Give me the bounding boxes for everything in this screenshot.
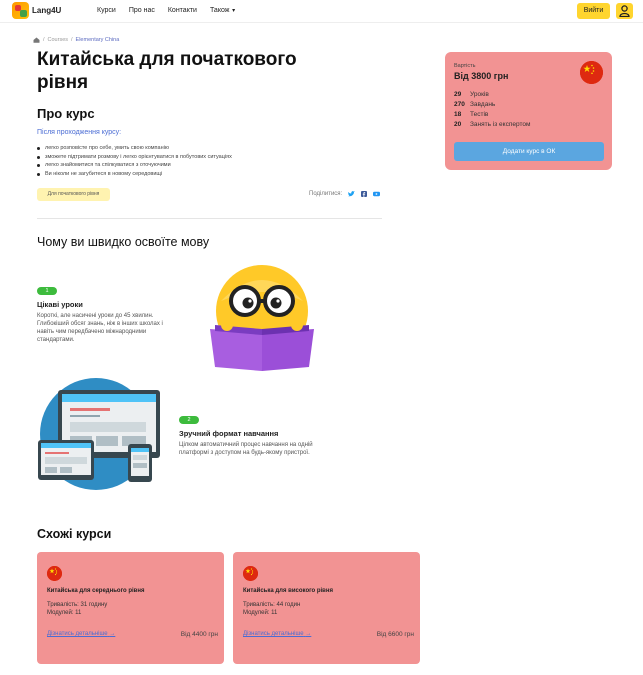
course-title: Китайська для середнього рівня: [47, 588, 145, 594]
feature-convenient-format: 2 Зручний формат навчання Цілком автомат…: [179, 416, 324, 457]
feature-interesting-lessons: 1 Цікаві уроки Короткі, але насичені уро…: [37, 287, 177, 344]
course-meta: Тривалість: 44 годин Модулей: 11: [243, 602, 300, 617]
logo[interactable]: Lang4U: [12, 2, 61, 19]
share-bar: Поділитися:: [309, 191, 381, 197]
similar-course-card[interactable]: Китайська для високого рівня Тривалість:…: [233, 552, 420, 664]
course-price: Від 4400 грн: [180, 631, 218, 638]
nav-also-label: Також: [209, 7, 230, 14]
nav-about[interactable]: Про нас: [129, 7, 155, 14]
course-modules: Модулей: 11: [243, 609, 278, 616]
china-flag-icon: [580, 61, 603, 84]
add-course-button[interactable]: Додати курс в ОК: [454, 142, 604, 161]
feature-title: Цікаві уроки: [37, 300, 83, 309]
china-flag-icon: [243, 566, 258, 581]
reading-emoji-illustration: [210, 265, 314, 371]
breadcrumb-current: Elementary China: [75, 37, 120, 43]
benefit-item: зможете підтримати розмову і легко орієн…: [37, 153, 232, 162]
china-flag-icon: [47, 566, 62, 581]
breadcrumb-courses[interactable]: Courses: [48, 37, 68, 43]
benefit-item: легко знайомитися та спілкуватися з оточ…: [37, 161, 232, 170]
price-label: Вартість: [454, 63, 476, 69]
facebook-icon[interactable]: [361, 191, 368, 197]
stat-lessons: 29 Уроків: [454, 91, 489, 98]
feature-title: Зручний формат навчання: [179, 429, 279, 438]
breadcrumb: / Courses / Elementary China: [33, 37, 119, 43]
user-profile-button[interactable]: [616, 3, 633, 19]
benefit-item: легко розповісте про себе, умить свою ко…: [37, 144, 232, 153]
after-course-label: Після проходження курсу:: [37, 129, 122, 136]
logout-button[interactable]: Вийти: [577, 3, 610, 19]
feature-description: Короткі, але насичені уроки до 45 хвилин…: [37, 313, 163, 343]
course-duration: Тривалість: 44 годин: [243, 602, 301, 608]
stat-expert-sessions: 20 Занять із експертом: [454, 121, 531, 128]
logo-text: Lang4U: [32, 6, 62, 15]
benefit-item: Ви ніколи не загубитеся в новому середов…: [37, 170, 232, 179]
learn-more-link[interactable]: Дізнатись детальніше →: [243, 631, 311, 637]
price-value: Від 3800 грн: [454, 71, 509, 81]
page-title: Китайська для початкового рівня: [37, 49, 297, 93]
about-course-heading: Про курс: [37, 106, 95, 121]
arrow-right-icon: →: [305, 631, 312, 637]
price-card: Вартість Від 3800 грн 29 Уроків 270 Завдан…: [445, 52, 612, 170]
course-stats: 29 Уроків 270 Завдань 18 Тестів 20 Занять із…: [454, 90, 530, 130]
main-nav: Курси Про нас Контакти Також ▾: [97, 7, 235, 14]
nav-courses[interactable]: Курси: [97, 7, 116, 14]
feature-number-badge: 1: [37, 287, 57, 295]
top-navbar: Lang4U Курси Про нас Контакти Також ▾ Ви…: [0, 0, 643, 23]
course-price: Від 6600 грн: [376, 631, 414, 638]
user-icon: [619, 5, 630, 17]
arrow-right-icon: →: [109, 631, 116, 637]
course-meta: Тривалість: 31 годину Модулей: 11: [47, 602, 107, 617]
nav-contacts[interactable]: Контакти: [168, 7, 197, 14]
course-title: Китайська для високого рівня: [243, 588, 333, 594]
similar-course-card[interactable]: Китайська для середнього рівня Триваліст…: [37, 552, 224, 664]
share-label: Поділитися:: [309, 191, 343, 197]
benefits-list: легко розповісте про себе, умить свою ко…: [37, 144, 232, 178]
stat-tasks: 270 Завдань: [454, 101, 496, 108]
feature-number-badge: 2: [179, 416, 199, 424]
why-heading: Чому ви швидко освоїте мову: [37, 235, 210, 249]
twitter-icon[interactable]: [348, 191, 356, 197]
course-duration: Тривалість: 31 годину: [47, 602, 108, 608]
learn-more-link[interactable]: Дізнатись детальніше →: [47, 631, 115, 637]
level-badge: Для початкового рівня: [37, 188, 110, 201]
home-icon[interactable]: [33, 37, 40, 43]
similar-courses-heading: Схожі курси: [37, 527, 112, 541]
youtube-icon[interactable]: [373, 191, 381, 197]
course-modules: Модулей: 11: [47, 609, 82, 616]
logo-icon: [12, 2, 29, 19]
stat-tests: 18 Тестів: [454, 111, 489, 118]
section-divider: [37, 218, 382, 219]
nav-also-dropdown[interactable]: Також ▾: [210, 7, 235, 14]
devices-illustration: [38, 378, 160, 490]
feature-description: Цілком автоматичний процес навчання на о…: [179, 442, 313, 456]
chevron-down-icon: ▾: [230, 8, 236, 14]
